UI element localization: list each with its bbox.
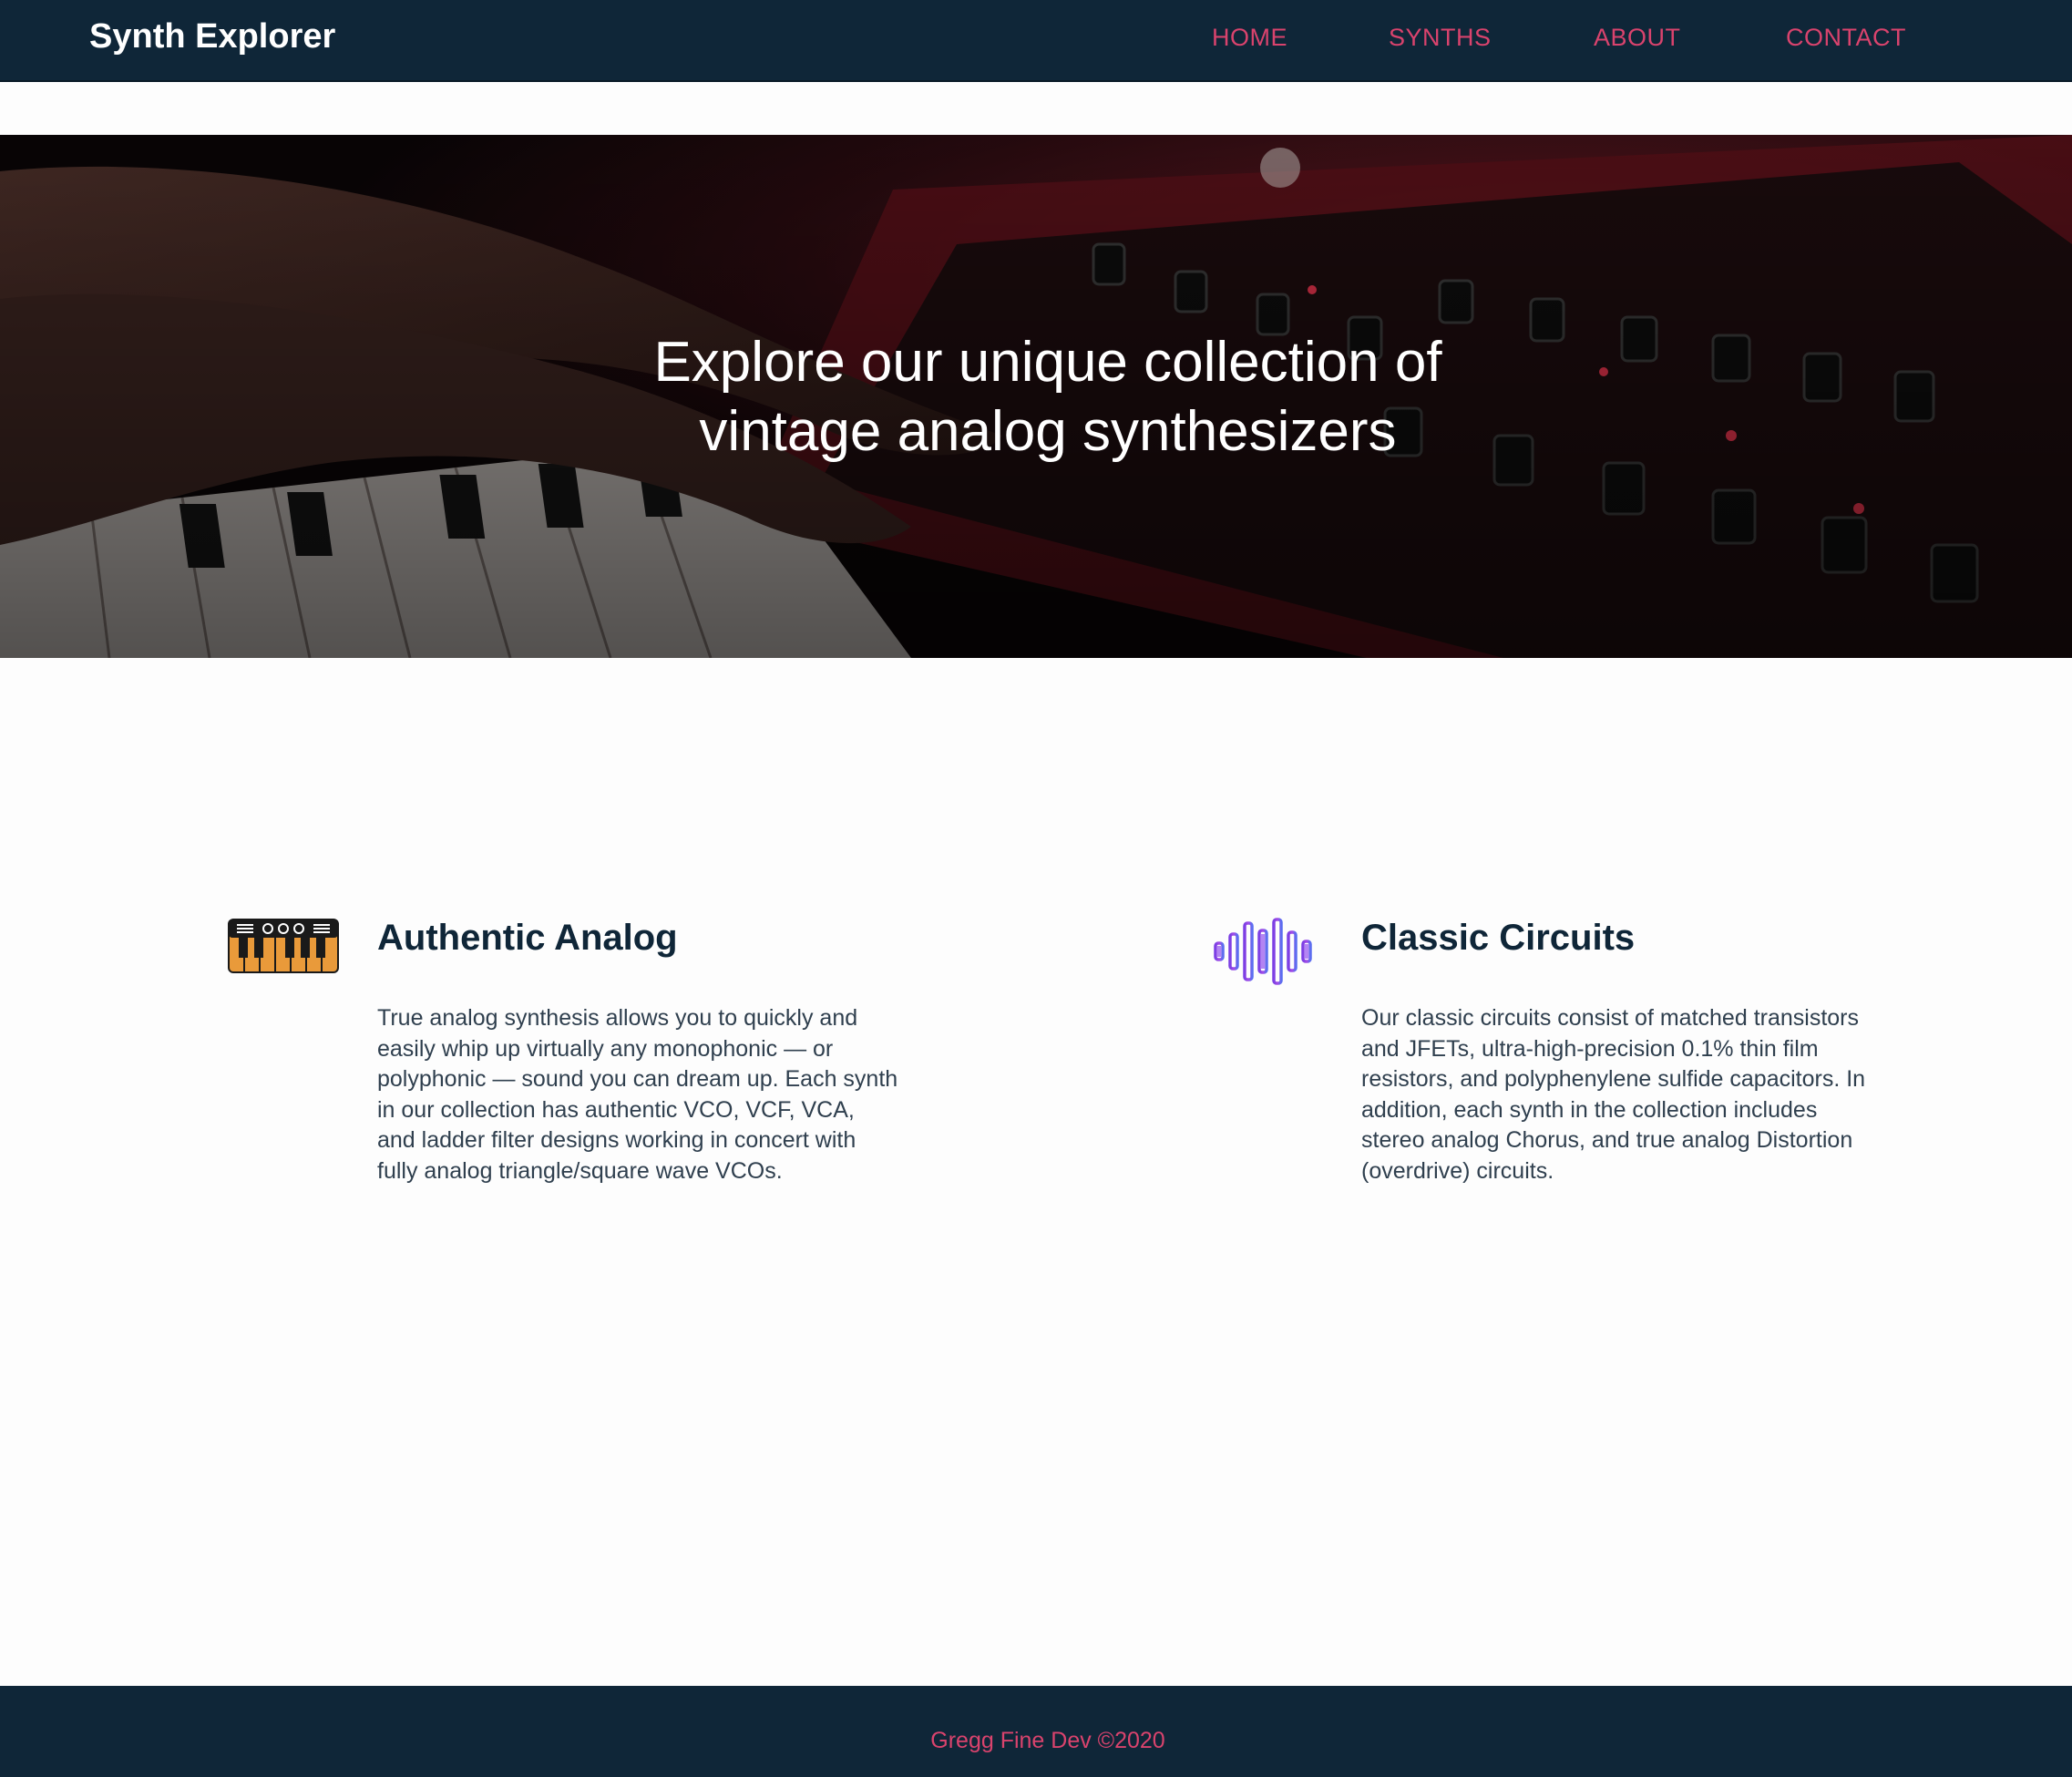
top-navbar: Synth Explorer HOME SYNTHS ABOUT CONTACT <box>0 0 2072 82</box>
hero-title: Explore our unique collection of vintage… <box>0 328 2072 467</box>
feature-title-classic-circuits: Classic Circuits <box>1361 918 1636 958</box>
hero-banner: Explore our unique collection of vintage… <box>0 135 2072 658</box>
hero-title-line-2: vintage analog synthesizers <box>699 400 1397 463</box>
feature-text-classic-circuits: Our classic circuits consist of matched … <box>1361 1005 1866 1184</box>
nav-link-home[interactable]: HOME <box>1212 22 1287 53</box>
nav-link-synths[interactable]: SYNTHS <box>1389 22 1492 53</box>
brand-logo[interactable]: Synth Explorer <box>89 15 335 58</box>
keyboard-icon <box>228 919 339 978</box>
feature-text-authentic-analog: True analog synthesis allows you to quic… <box>377 1005 898 1184</box>
feature-title-authentic-analog: Authentic Analog <box>377 918 678 958</box>
nav-link-contact[interactable]: CONTACT <box>1786 22 1906 53</box>
nav-link-about[interactable]: ABOUT <box>1594 22 1681 53</box>
footer-copyright: Gregg Fine Dev ©2020 <box>930 1728 1165 1753</box>
hero-title-line-1: Explore our unique collection of <box>653 331 1442 394</box>
page-footer: Gregg Fine Dev ©2020 <box>0 1686 2072 1777</box>
sound-wave-icon <box>1214 918 1323 990</box>
